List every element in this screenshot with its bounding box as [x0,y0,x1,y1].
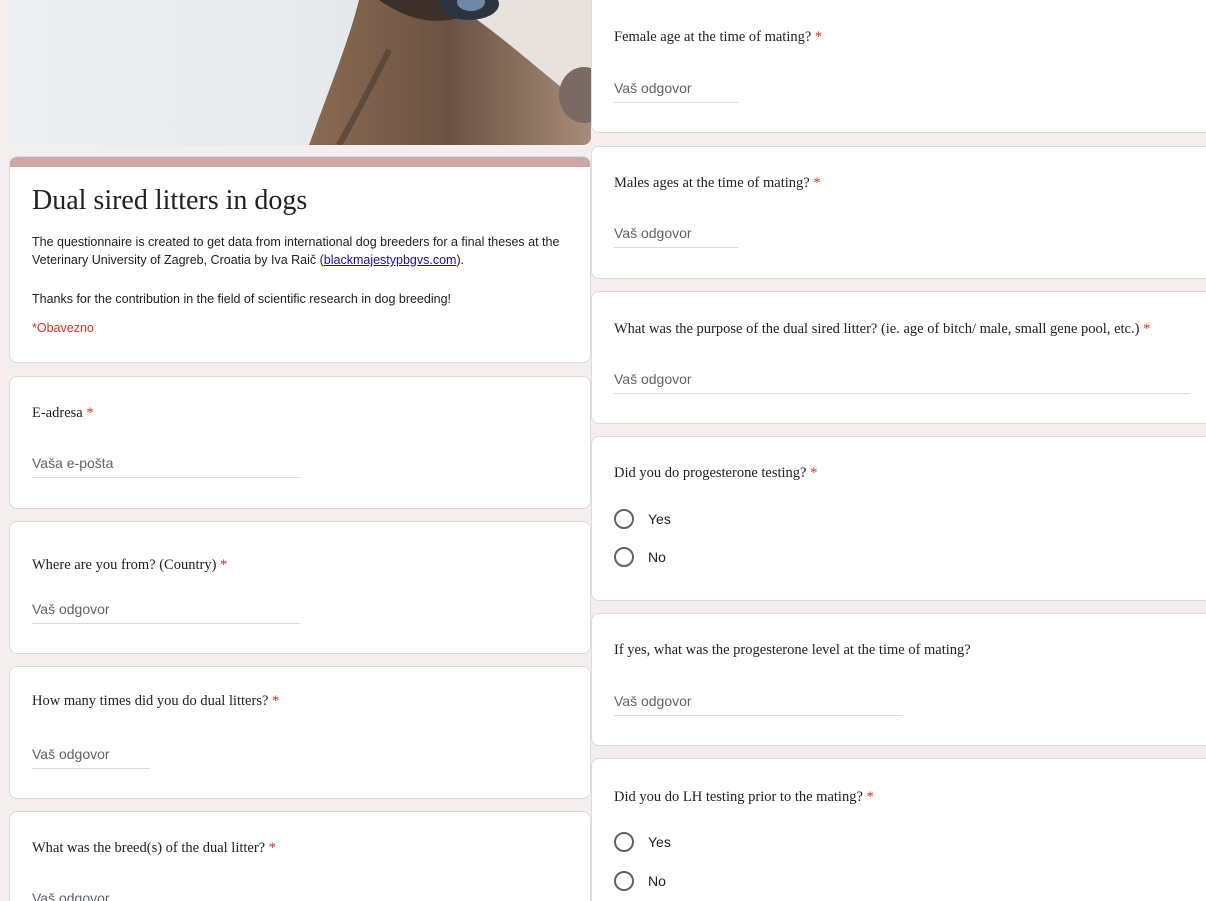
radio-option-yes[interactable]: Yes [614,509,671,529]
required-asterisk: * [814,29,823,45]
female-age-input[interactable]: Vaš odgovor [614,80,738,103]
thanks-text: Thanks for the contribution in the field… [32,292,451,306]
question-title: Did you do progesterone testing? * [614,465,818,481]
question-title: Did you do LH testing prior to the matin… [614,789,874,805]
required-asterisk: * [1143,321,1151,337]
question-card-male-ages: Males ages at the time of mating? * Vaš … [591,146,1206,279]
radio-option-no[interactable]: No [614,871,666,891]
question-card-progesterone-level: If yes, what was the progesterone level … [591,613,1206,746]
radio-option-no[interactable]: No [614,547,666,567]
form-header-card: Dual sired litters in dogs The questionn… [9,156,591,363]
required-asterisk: * [268,840,276,856]
form-title: Dual sired litters in dogs [32,185,308,216]
required-asterisk: * [220,557,228,573]
required-asterisk: * [813,175,821,191]
accent-bar [10,157,590,167]
question-card-email: E-adresa * Vaša e-pošta [9,376,591,509]
radio-button[interactable] [614,832,634,852]
radio-button[interactable] [614,509,634,529]
dog-photo [309,0,591,145]
question-card-purpose: What was the purpose of the dual sired l… [591,291,1206,424]
question-title: E-adresa * [32,405,94,421]
description-link[interactable]: blackmajestypbgvs.com [324,253,457,267]
question-title: Where are you from? (Country) * [32,557,228,573]
question-card-female-age: Female age at the time of mating? * Vaš … [591,0,1206,133]
radio-option-yes[interactable]: Yes [614,832,671,852]
breed-input[interactable]: Vaš odgovor [32,890,232,901]
question-title: What was the purpose of the dual sired l… [614,321,1151,337]
question-card-lh-testing: Did you do LH testing prior to the matin… [591,758,1206,901]
progesterone-level-input[interactable]: Vaš odgovor [614,693,902,716]
purpose-input[interactable]: Vaš odgovor [614,371,1190,394]
question-title: Female age at the time of mating? * [614,29,823,45]
form-description: The questionnaire is created to get data… [32,233,577,269]
question-card-breed: What was the breed(s) of the dual litter… [9,811,591,901]
required-asterisk: * [810,465,818,481]
question-card-dual-litters-count: How many times did you do dual litters? … [9,666,591,799]
country-input[interactable]: Vaš odgovor [32,601,300,624]
question-title: How many times did you do dual litters? … [32,693,280,709]
required-asterisk: * [272,693,280,709]
radio-button[interactable] [614,547,634,567]
radio-label: No [648,549,666,565]
dual-litters-count-input[interactable]: Vaš odgovor [32,746,150,769]
question-title: Males ages at the time of mating? * [614,175,821,191]
male-ages-input[interactable]: Vaš odgovor [614,225,738,248]
required-asterisk: * [866,789,874,805]
question-title: What was the breed(s) of the dual litter… [32,840,276,856]
radio-label: No [648,873,666,889]
radio-label: Yes [648,511,671,527]
required-note: *Obavezno [32,321,94,335]
radio-label: Yes [648,834,671,850]
radio-button[interactable] [614,871,634,891]
description-text-end: ). [456,253,465,267]
description-text: The questionnaire is created to get data… [32,235,560,267]
required-asterisk: * [86,405,94,421]
question-card-progesterone-testing: Did you do progesterone testing? * Yes N… [591,436,1206,601]
email-input[interactable]: Vaša e-pošta [32,455,300,478]
header-image [9,0,591,145]
question-title: If yes, what was the progesterone level … [614,642,971,658]
question-card-country: Where are you from? (Country) * Vaš odgo… [9,521,591,654]
